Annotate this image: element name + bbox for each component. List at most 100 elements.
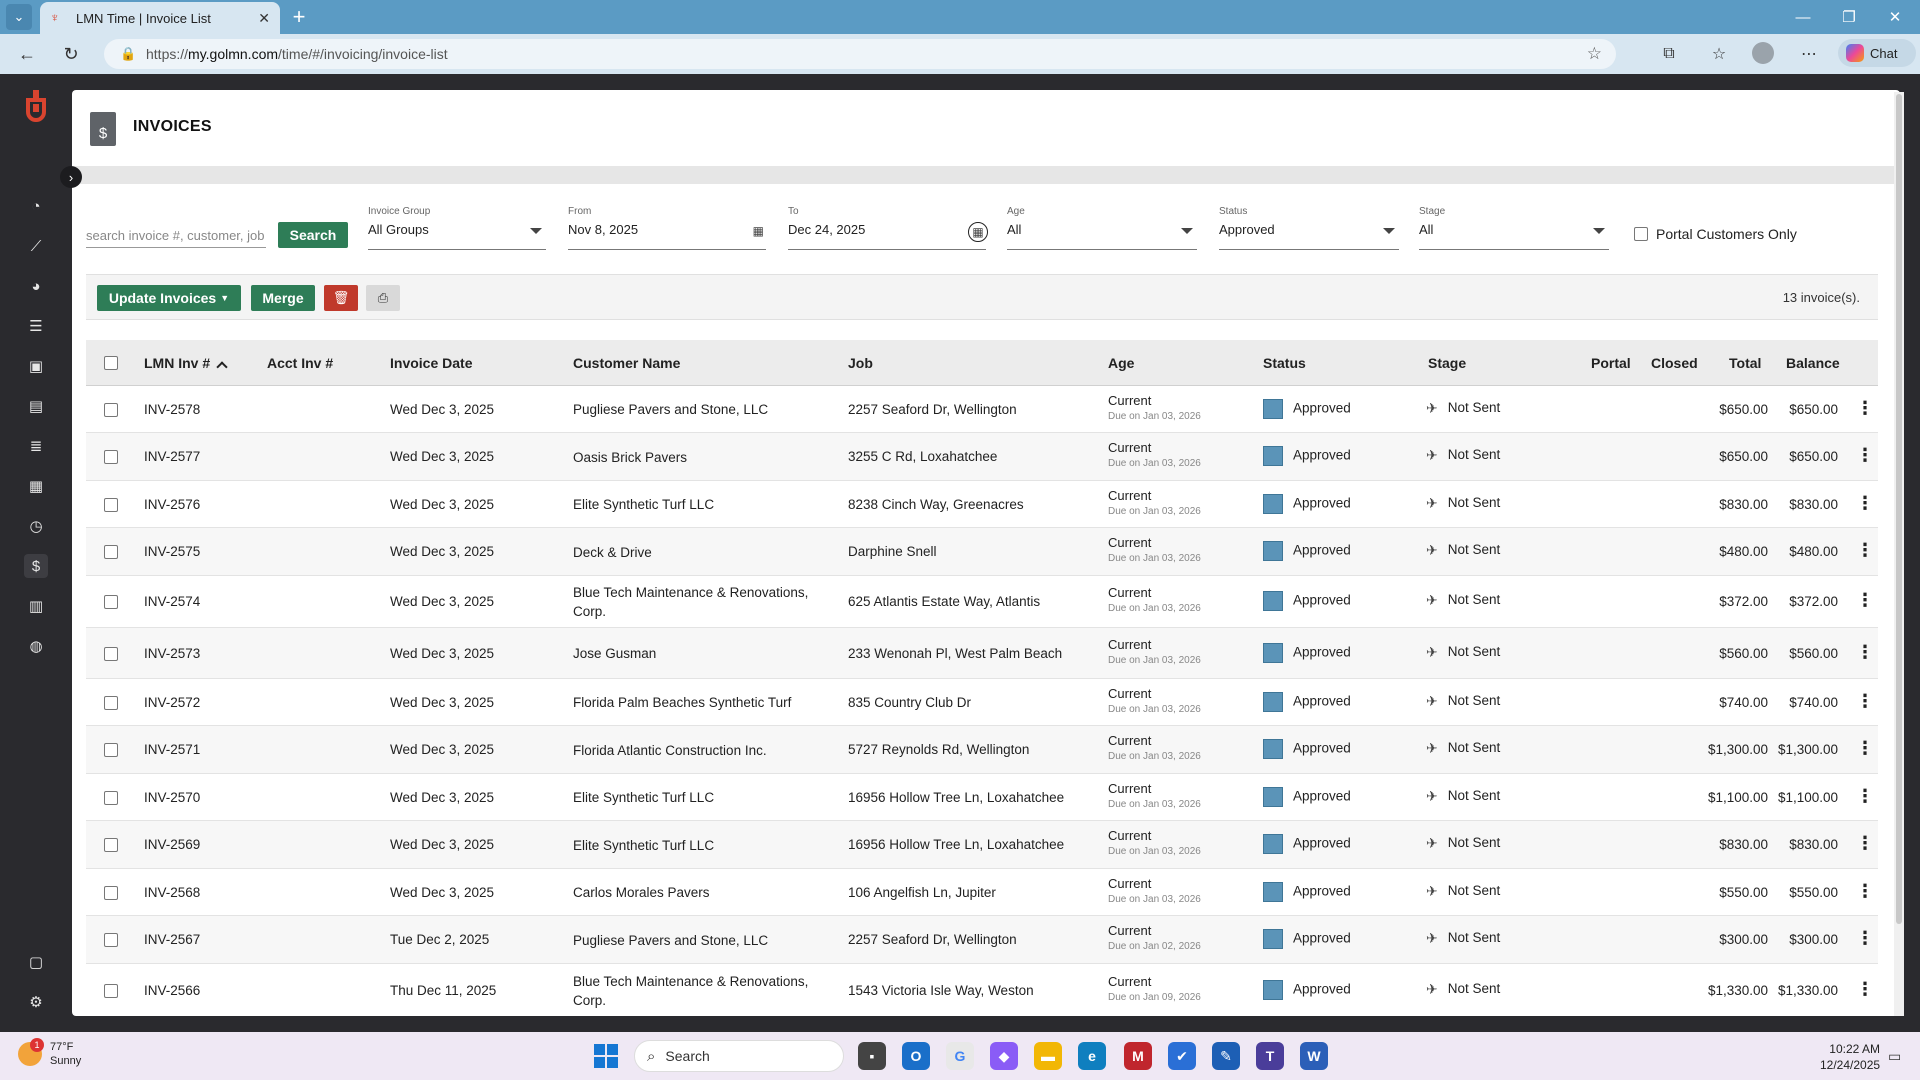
gear-icon[interactable]: ⚙ (24, 990, 48, 1014)
calculator-icon[interactable]: ▤ (24, 394, 48, 418)
col-portal[interactable]: Portal (1591, 355, 1631, 371)
more-options-icon[interactable]: ⋯ (1798, 43, 1820, 65)
reports-pie-icon[interactable]: ◕ (24, 274, 48, 298)
table-row[interactable]: INV-2570 Wed Dec 3, 2025 Elite Synthetic… (86, 774, 1878, 821)
col-total[interactable]: Total (1729, 355, 1761, 371)
file-explorer-icon[interactable]: ▬ (1034, 1042, 1062, 1070)
scrollbar-thumb[interactable] (1896, 94, 1902, 924)
task-view-icon[interactable]: ▪ (858, 1042, 886, 1070)
table-row[interactable]: INV-2578 Wed Dec 3, 2025 Pugliese Pavers… (86, 386, 1878, 433)
row-checkbox[interactable] (104, 450, 118, 464)
col-closed[interactable]: Closed (1651, 355, 1698, 371)
col-status[interactable]: Status (1263, 355, 1306, 371)
row-checkbox[interactable] (104, 933, 118, 947)
profile-avatar[interactable] (1752, 42, 1774, 64)
tab-list-chevron-icon[interactable]: ⌄ (6, 4, 32, 30)
weather-widget[interactable]: 1 77°F Sunny (18, 1038, 81, 1068)
calendar-icon[interactable]: ▦ (968, 222, 988, 242)
notification-bell-icon[interactable]: ▭ (1888, 1048, 1901, 1065)
row-actions-kebab-icon[interactable]: ⋮ (1856, 833, 1874, 854)
reload-icon[interactable]: ↻ (58, 41, 84, 67)
search-button[interactable]: Search (278, 222, 348, 248)
row-checkbox[interactable] (104, 595, 118, 609)
lmn-inv-number[interactable]: INV-2574 (144, 594, 200, 609)
table-row[interactable]: INV-2576 Wed Dec 3, 2025 Elite Synthetic… (86, 481, 1878, 528)
clipboard-icon[interactable]: ▣ (24, 354, 48, 378)
table-row[interactable]: INV-2566 Thu Dec 11, 2025 Blue Tech Main… (86, 964, 1878, 1016)
row-actions-kebab-icon[interactable]: ⋮ (1856, 881, 1874, 902)
row-checkbox[interactable] (104, 402, 118, 417)
row-actions-kebab-icon[interactable]: ⋮ (1856, 642, 1874, 663)
help-chat-icon[interactable]: ▢ (24, 950, 48, 974)
edge-browser-icon[interactable]: e (1078, 1042, 1106, 1070)
row-actions-kebab-icon[interactable]: ⋮ (1856, 540, 1874, 561)
col-job[interactable]: Job (848, 355, 873, 371)
table-row[interactable]: INV-2571 Wed Dec 3, 2025 Florida Atlanti… (86, 726, 1878, 774)
col-stage[interactable]: Stage (1428, 355, 1466, 371)
col-customer-name[interactable]: Customer Name (573, 355, 680, 371)
extensions-puzzle-icon[interactable]: ⧉ (1658, 43, 1680, 65)
to-date-field[interactable]: To Dec 24, 2025 ▦ (788, 206, 988, 250)
lmn-inv-number[interactable]: INV-2575 (144, 544, 200, 559)
table-row[interactable]: INV-2567 Tue Dec 2, 2025 Pugliese Pavers… (86, 916, 1878, 964)
table-row[interactable]: INV-2569 Wed Dec 3, 2025 Elite Synthetic… (86, 821, 1878, 869)
lmn-inv-number[interactable]: INV-2577 (144, 449, 200, 464)
search-input[interactable]: search invoice #, customer, job (86, 224, 266, 248)
table-row[interactable]: INV-2568 Wed Dec 3, 2025 Carlos Morales … (86, 869, 1878, 916)
row-actions-kebab-icon[interactable]: ⋮ (1856, 493, 1874, 514)
col-age[interactable]: Age (1108, 355, 1134, 371)
calendar-icon[interactable]: ▦ (24, 474, 48, 498)
globe-icon[interactable]: ◍ (24, 634, 48, 658)
lmn-inv-number[interactable]: INV-2568 (144, 885, 200, 900)
site-info-icon[interactable]: 🔒 (120, 46, 136, 62)
lmn-inv-number[interactable]: INV-2572 (144, 695, 200, 710)
copilot-chat-button[interactable]: Chat (1838, 39, 1916, 67)
row-actions-kebab-icon[interactable]: ⋮ (1856, 691, 1874, 712)
lmn-inv-number[interactable]: INV-2566 (144, 983, 200, 998)
invoices-icon[interactable]: $ (24, 554, 48, 578)
browser-tab-active[interactable]: ♆ LMN Time | Invoice List ✕ (40, 2, 280, 34)
todo-check-icon[interactable]: ✔ (1168, 1042, 1196, 1070)
dashboard-gauge-icon[interactable]: ◔ (24, 194, 48, 218)
favorites-icon[interactable]: ☆ (1708, 43, 1730, 65)
windows-start-icon[interactable] (594, 1044, 618, 1068)
row-checkbox[interactable] (104, 984, 118, 998)
table-row[interactable]: INV-2572 Wed Dec 3, 2025 Florida Palm Be… (86, 679, 1878, 726)
table-row[interactable]: INV-2575 Wed Dec 3, 2025 Deck & Drive Da… (86, 528, 1878, 576)
row-checkbox[interactable] (104, 743, 118, 757)
close-tab-icon[interactable]: ✕ (258, 10, 270, 27)
col-acct-inv[interactable]: Acct Inv # (267, 355, 333, 371)
new-tab-plus-icon[interactable]: + (286, 4, 312, 30)
favorite-star-icon[interactable]: ☆ (1587, 44, 1602, 64)
word-icon[interactable]: W (1300, 1042, 1328, 1070)
sidebar-expand-chevron-icon[interactable]: › (60, 166, 82, 188)
row-actions-kebab-icon[interactable]: ⋮ (1856, 590, 1874, 611)
outlook-icon[interactable]: O (902, 1042, 930, 1070)
row-actions-kebab-icon[interactable]: ⋮ (1856, 738, 1874, 759)
row-checkbox[interactable] (104, 838, 118, 852)
lmn-inv-number[interactable]: INV-2569 (144, 837, 200, 852)
age-select[interactable]: Age All (1007, 206, 1197, 250)
table-row[interactable]: INV-2577 Wed Dec 3, 2025 Oasis Brick Pav… (86, 433, 1878, 481)
lmn-inv-number[interactable]: INV-2578 (144, 402, 200, 417)
row-checkbox[interactable] (104, 695, 118, 710)
col-balance[interactable]: Balance (1786, 355, 1840, 371)
google-icon[interactable]: G (946, 1042, 974, 1070)
clock-icon[interactable]: ◷ (24, 514, 48, 538)
row-checkbox[interactable] (104, 497, 118, 512)
from-date-field[interactable]: From Nov 8, 2025 ▦ (568, 206, 766, 250)
row-actions-kebab-icon[interactable]: ⋮ (1856, 786, 1874, 807)
checkbox[interactable] (1634, 227, 1648, 241)
copilot-icon[interactable]: ◆ (990, 1042, 1018, 1070)
merge-button[interactable]: Merge (251, 285, 315, 311)
row-checkbox[interactable] (104, 790, 118, 805)
drawing-app-icon[interactable]: ✎ (1212, 1042, 1240, 1070)
url-field[interactable]: 🔒 https://my.golmn.com/time/#/invoicing/… (104, 39, 1616, 69)
row-actions-kebab-icon[interactable]: ⋮ (1856, 445, 1874, 466)
lmn-inv-number[interactable]: INV-2567 (144, 932, 200, 947)
col-lmn-inv[interactable]: LMN Inv # (144, 355, 228, 373)
table-row[interactable]: INV-2574 Wed Dec 3, 2025 Blue Tech Maint… (86, 576, 1878, 628)
delete-trash-icon[interactable]: 🗑 (324, 285, 358, 311)
back-arrow-icon[interactable]: ← (14, 41, 40, 67)
select-all-checkbox[interactable] (104, 356, 118, 370)
